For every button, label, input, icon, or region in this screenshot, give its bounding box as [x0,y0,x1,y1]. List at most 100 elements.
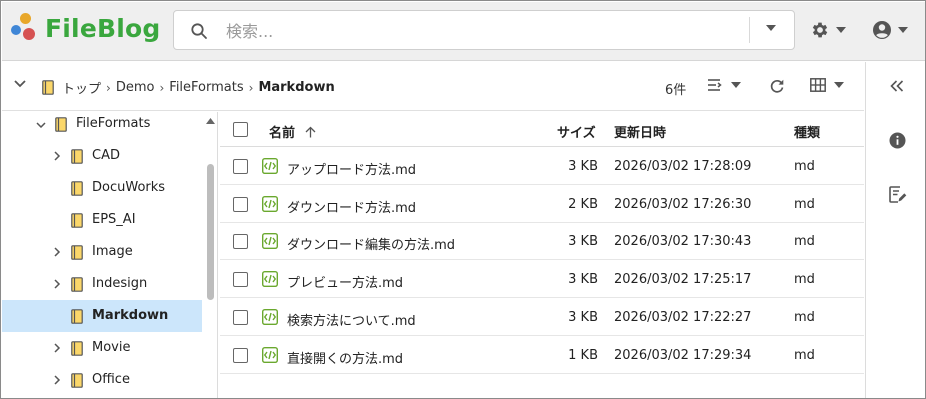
file-type: md [794,347,815,363]
column-header-name[interactable]: 名前 [269,122,316,141]
markdown-file-icon [262,233,278,250]
row-checkbox[interactable] [233,234,248,250]
table-row[interactable]: ダウンロード編集の方法.md 3 KB 2026/03/02 17:30:43 … [220,223,864,261]
file-modified: 2026/03/02 17:22:27 [614,309,752,325]
row-checkbox[interactable] [233,196,248,212]
folder-icon [71,149,83,164]
table-row[interactable]: ダウンロード方法.md 2 KB 2026/03/02 17:26:30 md [220,186,864,223]
file-name[interactable]: アップロード方法.md [287,159,416,178]
scroll-up-icon[interactable] [206,118,215,124]
file-modified: 2026/03/02 17:26:30 [614,196,752,212]
search-input[interactable] [226,19,746,43]
chevron-down-icon [836,27,846,33]
breadcrumb-item-demo[interactable]: Demo [116,80,155,95]
row-checkbox[interactable] [233,272,248,288]
file-type: md [794,234,815,250]
tree-item[interactable]: Markdown [2,300,202,332]
file-name[interactable]: ダウンロード方法.md [287,197,416,216]
file-name[interactable]: プレビュー方法.md [287,272,403,291]
breadcrumb-item-fileformats[interactable]: FileFormats [169,80,243,95]
sort-ascending-arrow-icon [305,126,316,138]
file-size: 2 KB [568,196,598,212]
tree-item[interactable]: EPS_AI [2,204,202,236]
settings-menu-button[interactable] [810,20,846,40]
column-header-size[interactable]: サイズ [557,122,596,141]
column-header-type[interactable]: 種類 [794,122,820,141]
table-row[interactable]: プレビュー方法.md 3 KB 2026/03/02 17:25:17 md [220,261,864,299]
edit-note-icon[interactable] [889,186,907,203]
breadcrumb-item-current: Markdown [258,80,335,95]
search-divider [749,17,750,43]
table-row[interactable]: アップロード方法.md 3 KB 2026/03/02 17:28:09 md [220,148,864,185]
view-mode-button[interactable] [810,78,844,92]
app-header: FileBlog [2,2,925,61]
file-modified: 2026/03/02 17:30:43 [614,234,752,250]
gear-icon [812,22,828,38]
tree-item-label: EPS_AI [92,212,136,227]
breadcrumb-separator: › [159,80,165,95]
tree-item-label: Image [92,244,133,259]
folder-icon [42,80,54,95]
folder-icon [71,341,83,356]
list-view-icon [708,79,722,91]
chevron-right-icon[interactable] [52,151,62,161]
tree-item[interactable]: Indesign [2,268,202,300]
file-size: 3 KB [568,272,598,288]
file-modified: 2026/03/02 17:29:34 [614,347,752,363]
file-modified: 2026/03/02 17:28:09 [614,159,752,174]
file-name[interactable]: 直接開くの方法.md [287,348,403,367]
tree-item-label: FileFormats [76,116,151,131]
file-size: 3 KB [568,159,598,174]
search-options-caret-icon[interactable] [766,25,776,31]
file-type: md [794,272,815,288]
search-box[interactable] [173,10,795,50]
row-checkbox[interactable] [233,309,248,325]
tree-item[interactable]: Office [2,364,202,396]
tree-item[interactable]: Image [2,236,202,268]
chevron-right-icon[interactable] [52,247,62,257]
select-all-checkbox[interactable] [233,122,248,137]
chevron-down-icon[interactable] [36,120,46,130]
folder-icon [71,309,83,324]
file-name[interactable]: ダウンロード編集の方法.md [287,234,455,253]
tree-item-label: CAD [92,148,120,163]
column-header-modified[interactable]: 更新日時 [614,122,666,141]
tree-scrollbar[interactable] [205,112,215,398]
chevron-right-icon[interactable] [52,343,62,353]
user-circle-icon [873,21,891,39]
breadcrumb-item-top[interactable]: トップ [62,78,101,97]
row-checkbox[interactable] [233,159,248,174]
table-row[interactable]: 検索方法について.md 3 KB 2026/03/02 17:22:27 md [220,299,864,336]
markdown-file-icon [262,195,278,212]
chevron-down-icon[interactable] [14,80,26,88]
refresh-icon[interactable] [769,78,785,94]
account-menu-button[interactable] [872,20,908,40]
info-icon[interactable] [889,132,906,149]
file-name[interactable]: 検索方法について.md [287,310,416,329]
tree-item[interactable]: CAD [2,140,202,172]
chevron-down-icon [834,82,844,88]
folder-icon [71,213,83,228]
breadcrumb: トップ › Demo › FileFormats › Markdown [42,78,335,97]
logo[interactable]: FileBlog [10,13,160,43]
file-size: 1 KB [568,347,598,363]
tree-item-label: Markdown [92,308,169,323]
file-modified: 2026/03/02 17:25:17 [614,272,752,288]
chevron-right-icon[interactable] [52,375,62,385]
search-icon [191,23,207,39]
table-row[interactable]: 直接開くの方法.md 1 KB 2026/03/02 17:29:34 md [220,337,864,374]
folder-icon [71,245,83,260]
tree-scrollbar-thumb[interactable] [207,164,214,300]
markdown-file-icon [262,158,278,174]
breadcrumb-separator: › [248,80,254,95]
tree-item-label: Indesign [92,276,148,291]
chevron-right-icon[interactable] [52,279,62,289]
row-checkbox[interactable] [233,347,248,363]
fileblog-logo-icon [10,13,40,43]
tree-item[interactable]: FileFormats [2,108,202,140]
sort-menu-button[interactable] [707,78,741,92]
tree-item[interactable]: Movie [2,332,202,364]
tree-item[interactable]: DocuWorks [2,172,202,204]
chevron-down-icon [898,27,908,33]
double-chevron-left-icon[interactable] [890,80,904,92]
